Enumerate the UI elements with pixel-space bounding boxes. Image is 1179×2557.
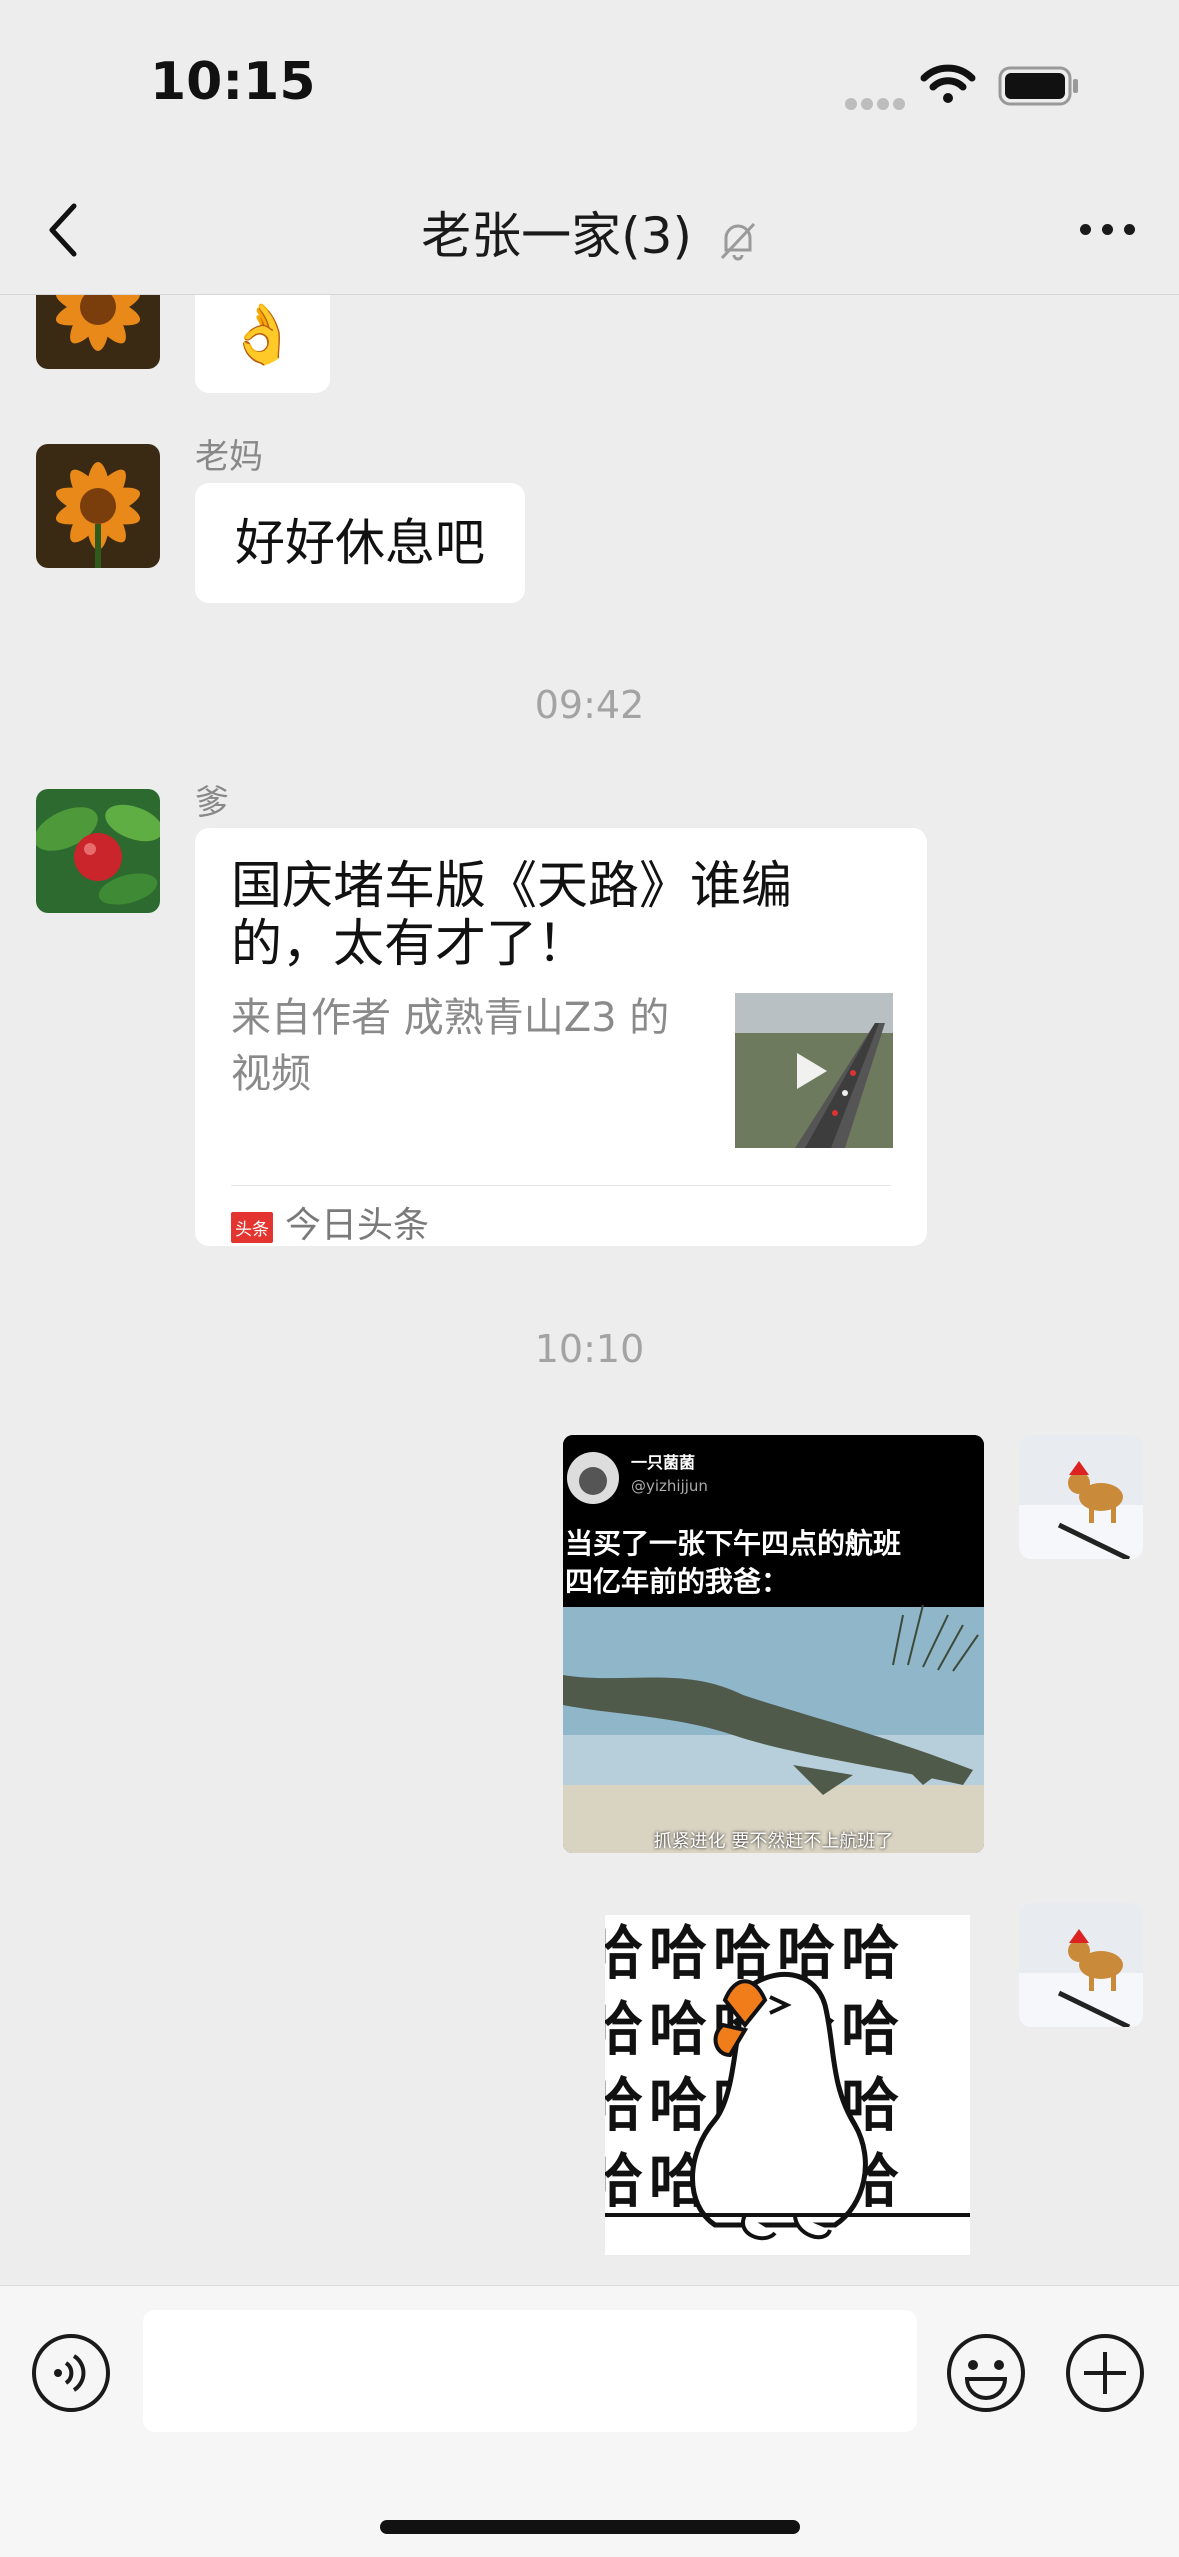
chat-title[interactable]: 老张一家(3) bbox=[0, 196, 1179, 268]
link-source-name: 今日头条 bbox=[285, 1205, 430, 1246]
meme-author-name: 一只菌菌 bbox=[631, 1453, 696, 1472]
home-indicator bbox=[380, 2520, 800, 2534]
sender-name: 爹 bbox=[195, 783, 229, 823]
plus-icon[interactable] bbox=[1064, 2332, 1146, 2414]
voice-icon[interactable] bbox=[30, 2332, 112, 2414]
bell-slash-icon bbox=[720, 222, 755, 260]
wifi-icon bbox=[920, 64, 976, 103]
meme-caption: 当买了一张下午四点的航班 四亿年前的我爸： bbox=[565, 1527, 902, 1598]
status-bar: 10:15 bbox=[0, 0, 1179, 160]
link-subtitle: 来自作者 成熟青山Z3 的视频 bbox=[231, 995, 670, 1097]
shared-link-card[interactable]: 国庆堵车版《天路》谁编的，太有才了！ 来自作者 成熟青山Z3 的视频 头条 今日头… bbox=[195, 828, 927, 1246]
avatar-self[interactable] bbox=[1019, 1435, 1143, 1559]
message-input[interactable] bbox=[143, 2310, 917, 2432]
image-message[interactable]: 一只菌菌 @yizhijjun 当买了一张下午四点的航班 四亿年前的我爸： 抓紧… bbox=[563, 1435, 984, 1853]
cellular-signal-icon bbox=[845, 95, 909, 114]
more-dots-icon[interactable] bbox=[1069, 220, 1135, 239]
video-thumbnail[interactable] bbox=[735, 993, 893, 1148]
message-bubble-emoji[interactable]: 👌 bbox=[195, 295, 330, 393]
input-bar bbox=[0, 2285, 1179, 2557]
message-bubble-text[interactable]: 好好休息吧 bbox=[195, 483, 525, 603]
sender-name: 老妈 bbox=[195, 437, 263, 477]
status-time: 10:15 bbox=[150, 52, 316, 112]
link-title: 国庆堵车版《天路》谁编的，太有才了！ bbox=[231, 857, 793, 974]
avatar-mom[interactable] bbox=[36, 295, 160, 369]
avatar-mom[interactable] bbox=[36, 444, 160, 568]
timestamp: 10:10 bbox=[534, 1327, 645, 1371]
goose-illustration bbox=[605, 1972, 970, 2241]
chat-title-text: 老张一家(3) bbox=[421, 207, 692, 265]
meme-bottom-caption: 抓紧进化 要不然赶不上航班了 bbox=[653, 1831, 894, 1852]
chat-header: 老张一家(3) bbox=[0, 160, 1179, 295]
timestamp: 09:42 bbox=[534, 683, 645, 727]
card-divider bbox=[231, 1185, 891, 1186]
toutiao-logo: 头条 bbox=[231, 1211, 273, 1243]
meme-author-handle: @yizhijjun bbox=[631, 1477, 708, 1495]
chat-message-list[interactable]: 👌 老妈 好好休息吧 09:42 爹 国庆堵车版《天路》谁编的，太有才了！ 来自… bbox=[0, 295, 1179, 2285]
emoji-icon[interactable] bbox=[945, 2332, 1027, 2414]
link-source: 头条 今日头条 bbox=[231, 1196, 429, 1248]
battery-icon bbox=[998, 66, 1078, 106]
sticker-message[interactable]: 哈哈哈哈哈 哈哈哈哈哈 哈哈哈哈哈 哈哈哈哈哈 bbox=[605, 1915, 970, 2255]
message-text: 好好休息吧 bbox=[235, 514, 485, 572]
ok-hand-emoji: 👌 bbox=[226, 300, 299, 368]
avatar-self[interactable] bbox=[1019, 1903, 1143, 2027]
avatar-dad[interactable] bbox=[36, 789, 160, 913]
